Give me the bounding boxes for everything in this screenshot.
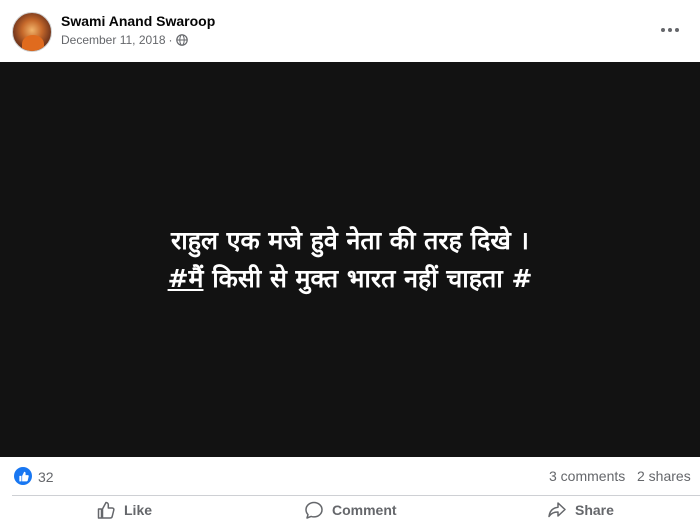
like-button[interactable]: Like [96,496,152,522]
comment-button[interactable]: Comment [304,496,397,522]
post-date[interactable]: December 11, 2018 [61,33,166,47]
meta-separator: · [168,33,173,47]
like-icon [97,501,115,519]
post-header: Swami Anand Swaroop December 11, 2018 · [0,0,700,62]
share-label: Share [575,501,614,518]
share-button[interactable]: Share [547,496,614,522]
avatar[interactable] [12,12,52,52]
post-image-text: राहुल एक मजे हुवे नेता की तरह दिखे । #मै… [0,222,700,298]
like-label: Like [124,501,153,518]
shares-count[interactable]: 2 shares [637,468,691,484]
post-stats: 32 3 comments 2 shares [0,457,700,495]
hashtag-link[interactable]: #मैं [168,264,204,293]
post-text-line1: राहुल एक मजे हुवे नेता की तरह दिखे । [171,226,529,255]
share-icon [548,501,566,517]
post-image[interactable]: राहुल एक मजे हुवे नेता की तरह दिखे । #मै… [0,62,700,457]
post-actions: Like Comment Share [12,495,700,522]
comment-icon [305,501,323,519]
comments-count[interactable]: 3 comments [549,468,625,484]
like-count[interactable]: 32 [38,469,54,485]
globe-icon[interactable] [175,34,188,46]
like-reaction-icon[interactable] [14,467,32,485]
post-text-line2: #मैं किसी से मुक्त भारत नहीं चाहता # [0,260,700,298]
comment-label: Comment [332,501,397,518]
post-text-line2-rest: किसी से मुक्त भारत नहीं चाहता # [203,264,533,293]
author-name[interactable]: Swami Anand Swaroop [61,13,215,29]
more-options-icon[interactable] [652,18,688,42]
post-meta: December 11, 2018 · [61,33,188,47]
